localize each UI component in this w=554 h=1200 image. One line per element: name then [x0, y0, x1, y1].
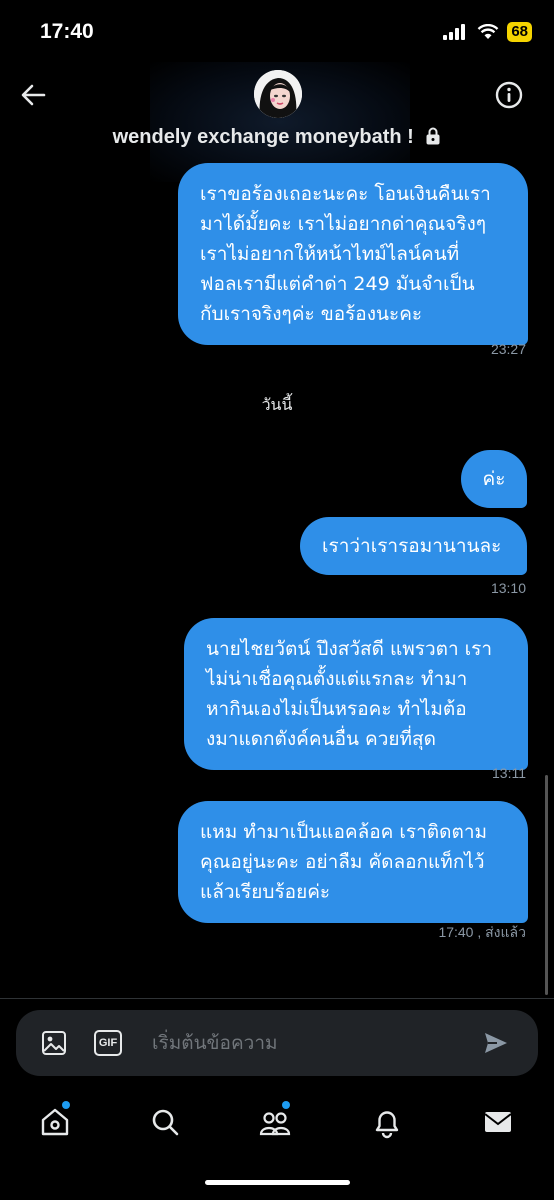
- image-icon[interactable]: [40, 1029, 68, 1057]
- messages-tab[interactable]: [481, 1105, 515, 1139]
- message-line: กับเราจริงๆค่ะ ขอร้องนะคะ: [200, 303, 423, 325]
- send-icon[interactable]: [482, 1029, 510, 1057]
- mail-icon: [484, 1112, 512, 1132]
- message-line: มาได้มั้ยคะ เราไม่อยากด่าคุณจริงๆ: [200, 213, 487, 235]
- message-input[interactable]: [152, 1010, 472, 1076]
- message-line: นายไชยวัตน์ ปึงสวัสดี แพรวตา เรา: [206, 638, 493, 660]
- home-icon: [41, 1108, 69, 1136]
- message-bubble[interactable]: เราว่าเรารอมานานละ: [300, 517, 527, 575]
- communities-icon: [259, 1112, 291, 1136]
- message-bubble[interactable]: แหม ทำมาเป็นแอคล้อค เราติดตาม คุณอยู่นะค…: [178, 801, 528, 923]
- message-line: แหม ทำมาเป็นแอคล้อค เราติดตาม: [200, 821, 488, 843]
- avatar[interactable]: [254, 70, 302, 118]
- message-bubble[interactable]: นายไชยวัตน์ ปึงสวัสดี แพรวตา เรา ไม่น่าเ…: [184, 618, 528, 770]
- message-timestamp: 23:27: [490, 341, 526, 357]
- chat-name: wendely exchange moneybath !: [112, 126, 414, 148]
- message-line: ฟอลเรามีแต่คำด่า 249 มันจำเป็น: [200, 273, 475, 295]
- battery-indicator: 68: [507, 22, 532, 42]
- notification-dot: [62, 1101, 70, 1109]
- status-time: 17:40: [40, 20, 94, 43]
- message-status: 17:40 , ส่งแล้ว: [438, 924, 526, 940]
- communities-tab[interactable]: [258, 1101, 292, 1139]
- bell-icon: [375, 1111, 399, 1139]
- lock-icon: [426, 127, 440, 145]
- wifi-icon: [477, 24, 499, 39]
- status-indicators: 68: [443, 22, 532, 42]
- message-line: ค่ะ: [482, 468, 506, 490]
- arrow-left-icon[interactable]: [18, 80, 48, 110]
- gif-label: GIF: [98, 1037, 118, 1049]
- message-line: เราไม่อยากให้หน้าไทม์ไลน์คนที่: [200, 243, 460, 265]
- notifications-tab[interactable]: [370, 1105, 404, 1139]
- message-line: เราว่าเรารอมานานละ: [322, 535, 502, 557]
- message-bubble[interactable]: ค่ะ: [461, 450, 527, 508]
- message-timestamp: 13:10: [490, 580, 526, 596]
- signal-icon: [443, 24, 466, 40]
- conversation-header: wendely exchange moneybath !: [0, 62, 554, 182]
- message-line: งมาแดกตังค์คนอื่น ควยที่สุด: [206, 728, 436, 750]
- info-icon[interactable]: [494, 80, 524, 110]
- message-composer: GIF: [16, 1010, 538, 1076]
- home-indicator: [205, 1180, 350, 1185]
- message-line: คุณอยู่นะคะ อย่าลืม คัดลอกแท็กไว้: [200, 851, 485, 873]
- message-line: เราขอร้องเถอะนะคะ โอนเงินคืนเรา: [200, 183, 491, 205]
- home-tab[interactable]: [38, 1101, 72, 1139]
- date-separator: วันนี้: [261, 395, 293, 414]
- status-bar: 17:40 68: [0, 0, 554, 62]
- message-line: แล้วเรียบร้อยค่ะ: [200, 881, 331, 903]
- notification-dot: [282, 1101, 290, 1109]
- message-timestamp: 13:11: [492, 765, 526, 781]
- bottom-navigation: [0, 1095, 554, 1155]
- scrollbar[interactable]: [545, 775, 548, 995]
- gif-button[interactable]: GIF: [94, 1030, 122, 1056]
- message-bubble[interactable]: เราขอร้องเถอะนะคะ โอนเงินคืนเรา มาได้มั้…: [178, 163, 528, 345]
- message-line: ไม่น่าเชื่อคุณตั้งแต่แรกละ ทำมา: [206, 668, 468, 690]
- conversation-title: wendely exchange moneybath !: [0, 126, 554, 149]
- search-icon: [152, 1109, 179, 1136]
- search-tab[interactable]: [148, 1105, 182, 1139]
- message-line: หากินเองไม่เป็นหรอคะ ทำไมต้อ: [206, 698, 467, 720]
